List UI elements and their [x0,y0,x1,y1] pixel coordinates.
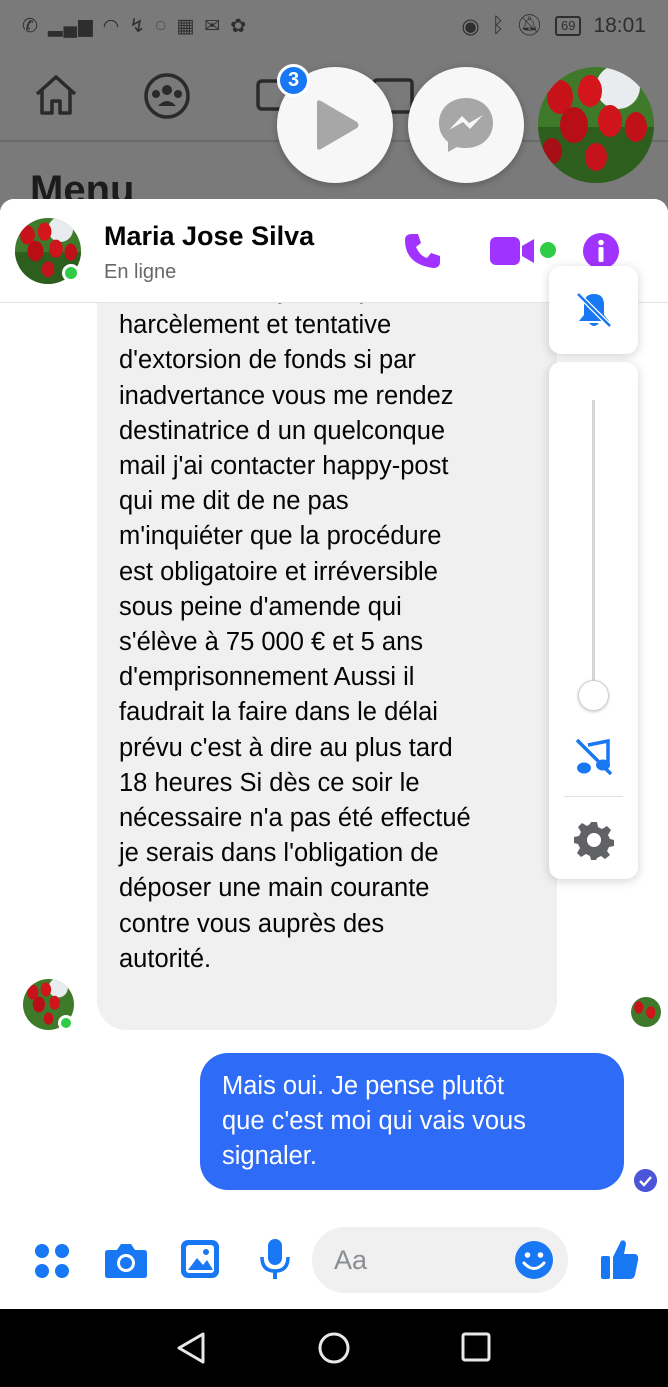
like-thumb-icon[interactable] [600,1237,640,1281]
clock: 18:01 [593,14,646,37]
tulip-photo [538,67,654,183]
bell-off-icon [575,292,612,328]
more-apps-icon[interactable] [34,1243,70,1279]
contact-status: En ligne [104,261,177,283]
sound-off-icon[interactable] [574,737,614,777]
messenger-icon: ◌ [155,15,168,36]
sent-message[interactable]: Mais oui. Je pense plutôt que c'est moi … [200,1053,624,1190]
home-button-icon[interactable] [317,1331,351,1365]
microphone-icon[interactable] [258,1237,292,1281]
contact-name[interactable]: Maria Jose Silva [104,221,314,252]
back-icon[interactable] [175,1331,207,1365]
sender-online-indicator [58,1015,74,1031]
gallery-icon[interactable] [180,1239,220,1279]
messenger-icon [439,98,493,152]
status-icons-left: ✆ ▂▄▆ ◠ ↯ ◌ ▦ ✉ ✿ [22,15,247,38]
signal-icon: ▂▄▆ [47,15,94,37]
bluetooth-icon: ᛒ [491,14,505,37]
wifi-icon: ◠ [102,15,121,37]
battery-indicator: 69 [554,16,582,36]
eye-icon: ◉ [461,14,480,38]
wifi-call-icon: ✆ [22,15,39,37]
bell-off-icon: 🔕︎ [516,14,543,37]
groups-icon[interactable] [143,72,191,120]
volume-slider-handle[interactable] [578,680,609,711]
notification-badge: 3 [277,64,310,97]
delivered-check-icon [634,1169,657,1192]
home-icon[interactable] [33,72,79,118]
message-composer: Aa [0,1219,668,1309]
video-online-indicator [540,242,556,258]
received-message[interactable]: vous ester en justice pour harcèlement e… [97,303,557,1030]
missed-call-icon: ↯ [129,15,147,37]
sent-message-text: Mais oui. Je pense plutôt que c'est moi … [222,1072,526,1171]
settings-gear-icon[interactable] [574,820,614,860]
camera-icon[interactable] [104,1241,148,1279]
received-message-text: vous ester en justice pour harcèlement e… [119,303,471,973]
online-indicator [62,264,80,282]
video-call-icon[interactable] [490,235,536,267]
mail-icon: ✉ [204,15,222,37]
android-nav-bar [0,1309,668,1387]
volume-slider-track[interactable] [592,400,595,696]
qr-icon: ▦ [176,15,196,37]
message-input-placeholder: Aa [334,1245,368,1275]
seen-indicator-avatar [631,997,661,1027]
status-bar: ✆ ▂▄▆ ◠ ↯ ◌ ▦ ✉ ✿ ◉ ᛒ 🔕︎ 69 18:01 [0,0,668,52]
emoji-icon[interactable] [514,1240,554,1280]
recents-icon[interactable] [460,1331,492,1363]
tulip-photo [631,997,661,1027]
app-icon: ✿ [230,15,248,37]
message-input[interactable]: Aa [312,1227,568,1293]
play-icon [317,100,359,150]
status-icons-right: ◉ ᛒ 🔕︎ 69 18:01 [461,14,646,39]
info-icon[interactable] [582,232,620,270]
phone-call-icon[interactable] [402,231,442,271]
volume-control-panel [549,362,638,879]
panel-divider [564,796,623,797]
contact-avatar-head[interactable] [538,67,654,183]
messenger-chat-head[interactable] [408,67,524,183]
mute-notifications-button[interactable] [549,266,638,354]
